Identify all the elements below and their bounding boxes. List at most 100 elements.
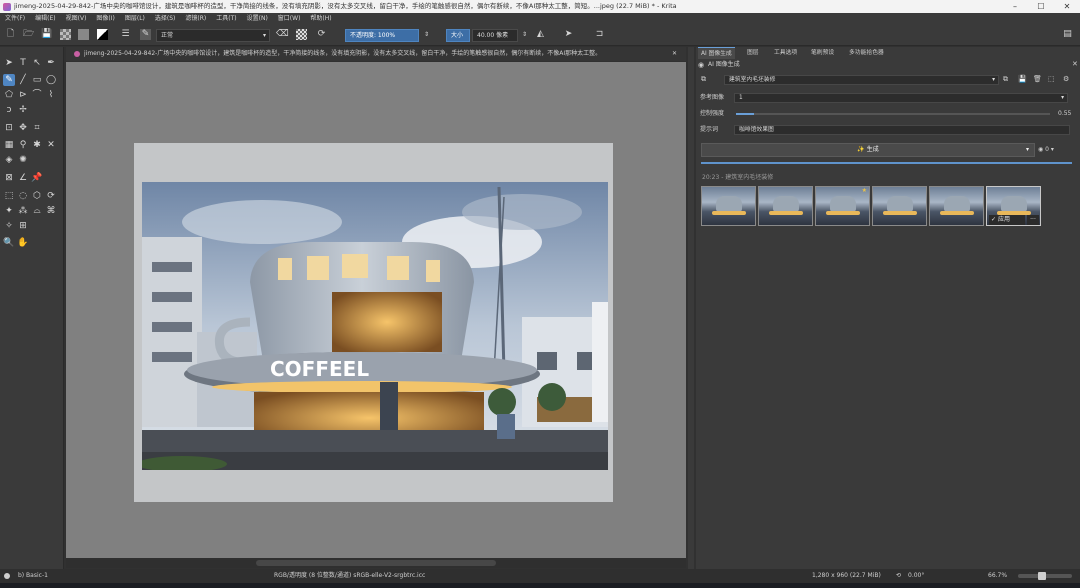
rect-select-icon[interactable]: ⬚: [3, 190, 15, 202]
close-docker-icon[interactable]: ✕: [1072, 60, 1078, 68]
move-tool-icon[interactable]: ✥: [17, 122, 29, 134]
zoom-slider-handle[interactable]: [1038, 572, 1046, 580]
zoom-value[interactable]: 66.7%: [988, 569, 1007, 583]
size-field[interactable]: 40.00 像素: [472, 29, 518, 42]
thumbnail-2[interactable]: [758, 186, 813, 226]
delete-style-icon[interactable]: 🗑: [1033, 75, 1042, 83]
save-icon[interactable]: 💾: [41, 29, 52, 40]
tab-ai-image[interactable]: AI 图像生成: [698, 47, 735, 59]
wrap-around-icon[interactable]: ➤: [563, 29, 574, 40]
text-tool-icon[interactable]: T: [17, 57, 29, 69]
zoom-slider[interactable]: [1018, 572, 1072, 580]
select-shapes-icon[interactable]: ➤: [3, 57, 15, 69]
panel-splitter[interactable]: [688, 47, 694, 569]
brush-preset-icon[interactable]: ✎: [140, 29, 151, 40]
mirror-icon[interactable]: ◭: [535, 29, 546, 40]
panel-layout-icon[interactable]: ▤: [1062, 29, 1073, 40]
chevron-down-icon[interactable]: ▾: [1026, 144, 1029, 156]
measure-tool-icon[interactable]: ∠: [17, 172, 29, 184]
assistant-tool-icon[interactable]: ✕: [45, 139, 57, 151]
fg-bg-color-icon[interactable]: [97, 29, 108, 40]
ellipse-tool-icon[interactable]: ◯: [45, 74, 57, 86]
new-document-icon[interactable]: 🗋: [5, 29, 16, 40]
lasso-select-icon[interactable]: ✧: [3, 220, 15, 232]
gradient-tool-icon[interactable]: ▦: [3, 139, 15, 151]
multibrush-icon[interactable]: ✢: [17, 104, 29, 116]
menu-select[interactable]: 选择(S): [150, 13, 181, 25]
generate-button[interactable]: ✨ 生成 ▾: [701, 143, 1035, 157]
prompt-input[interactable]: 咖啡馆效果图: [734, 125, 1070, 135]
menu-layer[interactable]: 图层(L): [120, 13, 150, 25]
edit-shapes-icon[interactable]: ↖: [31, 57, 43, 69]
workspace-icon[interactable]: ⧉: [701, 75, 706, 84]
crop-tool-icon[interactable]: ⌗: [31, 122, 43, 134]
reference-tool-icon[interactable]: 📌: [31, 172, 43, 184]
freehand-brush-icon[interactable]: ✎: [3, 74, 15, 86]
calligraphy-icon[interactable]: ✒: [45, 57, 57, 69]
ref-image-select[interactable]: 1 ▾: [734, 93, 1068, 103]
rotation-value[interactable]: 0.00°: [908, 569, 924, 583]
tab-color-selector[interactable]: 多功能拾色器: [846, 47, 887, 59]
workspace-select[interactable]: 建筑室内毛坯装修 ▾: [724, 75, 999, 85]
seed-control[interactable]: ◉ 0 ▾: [1038, 143, 1072, 157]
control-strength-slider[interactable]: [736, 113, 1050, 115]
pan-tool-icon[interactable]: ✋: [17, 237, 29, 249]
rectangle-tool-icon[interactable]: ▭: [31, 74, 43, 86]
transform-tool-icon[interactable]: ⊡: [3, 122, 15, 134]
minimize-button[interactable]: –: [1002, 0, 1028, 13]
maximize-button[interactable]: ☐: [1028, 0, 1054, 13]
gradient-swatch-icon[interactable]: [60, 29, 71, 40]
close-button[interactable]: ✕: [1054, 0, 1080, 13]
similar-select-icon[interactable]: ⁂: [17, 205, 29, 217]
smart-select-icon[interactable]: ⊞: [17, 220, 29, 232]
brush-settings-icon[interactable]: ☰: [120, 29, 131, 40]
horizontal-scrollbar[interactable]: [66, 558, 686, 568]
bezier-tool-icon[interactable]: ⌒: [31, 89, 43, 101]
reload-icon[interactable]: ⟳: [316, 29, 327, 40]
opacity-slider[interactable]: 不透明度: 100%: [345, 29, 419, 42]
export-icon[interactable]: ⬚: [1048, 75, 1055, 83]
color-picker-icon[interactable]: ⚲: [17, 139, 29, 151]
thumbnail-6[interactable]: ✓ 应用 ···: [986, 186, 1041, 226]
canvas-area[interactable]: COFFEEL: [66, 62, 686, 558]
tab-layers[interactable]: 图层: [744, 47, 762, 59]
polygon-select-icon[interactable]: ⬡: [31, 190, 43, 202]
polyline-tool-icon[interactable]: ⊳: [17, 89, 29, 101]
contiguous-select-icon[interactable]: ✦: [3, 205, 15, 217]
crop-icon[interactable]: ⊐: [594, 29, 605, 40]
menu-tools[interactable]: 工具(T): [211, 13, 241, 25]
document-canvas[interactable]: COFFEEL: [134, 143, 613, 502]
dynamic-brush-icon[interactable]: ↄ: [3, 104, 15, 116]
tab-tool-options[interactable]: 工具选项: [771, 47, 800, 59]
menu-file[interactable]: 文件(F): [0, 13, 30, 25]
menu-edit[interactable]: 编辑(E): [30, 13, 60, 25]
zoom-tool-icon[interactable]: 🔍: [3, 237, 15, 249]
thumbnail-5[interactable]: [929, 186, 984, 226]
document-tab[interactable]: jimeng-2025-04-29-842-广场中央的咖啡馆设计，建筑是咖啡杯的…: [66, 47, 686, 61]
apply-button[interactable]: ✓ 应用: [989, 215, 1025, 225]
thumbnail-4[interactable]: [872, 186, 927, 226]
tab-brush-presets[interactable]: 笔刷预设: [808, 47, 837, 59]
menu-settings[interactable]: 设置(N): [242, 13, 273, 25]
pattern-swatch-icon[interactable]: [78, 29, 89, 40]
eraser-icon[interactable]: ⌫: [276, 29, 289, 40]
enclose-fill-icon[interactable]: ✺: [17, 154, 29, 166]
thumbnail-1[interactable]: [701, 186, 756, 226]
blend-mode-select[interactable]: 正常 ▾: [156, 29, 270, 42]
open-document-icon[interactable]: 🗁: [23, 29, 34, 40]
freehand-path-icon[interactable]: ⌇: [45, 89, 57, 101]
add-style-icon[interactable]: ⧉: [1003, 75, 1008, 84]
polygon-tool-icon[interactable]: ⬠: [3, 89, 15, 101]
menu-view[interactable]: 视图(V): [61, 13, 92, 25]
size-stepper-icon[interactable]: ⇕: [519, 29, 530, 40]
opacity-stepper-icon[interactable]: ⇕: [421, 29, 432, 40]
alpha-lock-icon[interactable]: [296, 29, 307, 40]
smart-patch-icon[interactable]: ✱: [31, 139, 43, 151]
assistant-icon[interactable]: ⊠: [3, 172, 15, 184]
menu-help[interactable]: 帮助(H): [305, 13, 336, 25]
bezier-select-icon[interactable]: ⌓: [31, 205, 43, 217]
fill-tool-icon[interactable]: ◈: [3, 154, 15, 166]
menu-image[interactable]: 图像(I): [91, 13, 119, 25]
more-options-button[interactable]: ···: [1027, 215, 1039, 225]
thumbnail-3[interactable]: ★: [815, 186, 870, 226]
